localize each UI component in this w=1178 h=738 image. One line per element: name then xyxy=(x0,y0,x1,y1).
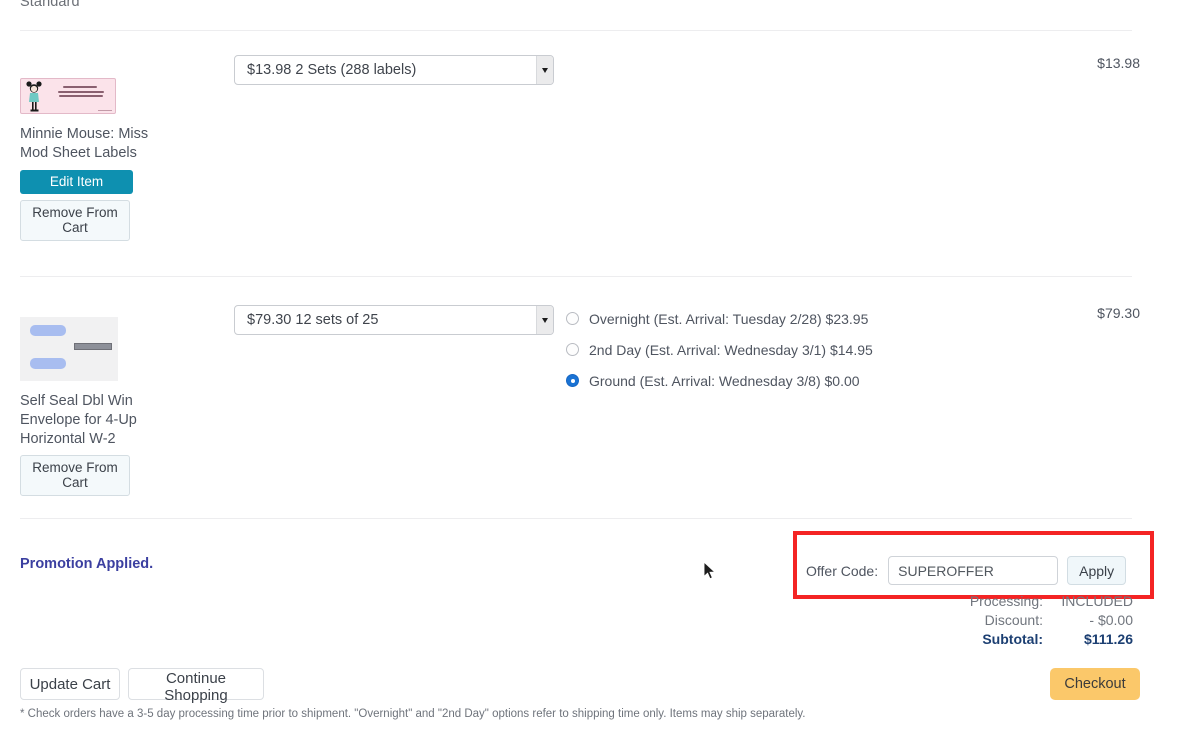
offer-code-row: Offer Code: Apply xyxy=(806,556,1127,585)
standard-shipping-heading: Standard xyxy=(20,0,80,10)
offer-code-label: Offer Code: xyxy=(806,562,879,579)
mouse-cursor-icon xyxy=(703,561,716,580)
minnie-mouse-figure-icon xyxy=(26,81,42,112)
quantity-select-wrapper: $79.30 12 sets of 25 xyxy=(234,305,554,335)
row-divider-middle xyxy=(20,276,1132,277)
row-divider-bottom xyxy=(20,518,1132,519)
total-label: Processing: xyxy=(969,593,1043,609)
total-line-subtotal: Subtotal: $111.26 xyxy=(880,630,1133,649)
row-divider-top xyxy=(20,30,1132,31)
quantity-select[interactable]: $13.98 2 Sets (288 labels) xyxy=(234,55,554,85)
envelope-window-bottom xyxy=(30,358,66,369)
shipping-footnote: * Check orders have a 3-5 day processing… xyxy=(20,708,806,720)
total-value: $111.26 xyxy=(1083,631,1133,647)
promotion-applied-status: Promotion Applied. xyxy=(20,556,154,572)
cart-row: Minnie Mouse: Miss Mod Sheet Labels Edit… xyxy=(0,45,1178,275)
shipping-option-ground[interactable]: Ground (Est. Arrival: Wednesday 3/8) $0.… xyxy=(566,365,873,396)
radio-icon-selected[interactable] xyxy=(566,374,579,387)
label-address-lines xyxy=(55,86,109,100)
item-price: $13.98 xyxy=(1097,55,1140,71)
total-value: - $0.00 xyxy=(1089,612,1133,628)
total-line-discount: Discount: - $0.00 xyxy=(880,611,1133,630)
total-line-processing: Processing: INCLUDED xyxy=(880,592,1133,611)
address-label-minnie-thumbnail xyxy=(20,78,116,114)
product-info-column: Minnie Mouse: Miss Mod Sheet Labels Edit… xyxy=(20,45,210,241)
total-label: Subtotal: xyxy=(982,631,1043,647)
remove-from-cart-button[interactable]: Remove From Cart xyxy=(20,455,130,496)
envelope-thumbnail xyxy=(20,317,118,381)
continue-shopping-button[interactable]: Continue Shopping xyxy=(128,668,264,704)
shipping-option-2nd-day[interactable]: 2nd Day (Est. Arrival: Wednesday 3/1) $1… xyxy=(566,334,873,365)
shipping-option-label: Ground (Est. Arrival: Wednesday 3/8) $0.… xyxy=(589,372,860,389)
label-copyright-mark xyxy=(98,109,112,111)
product-title: Minnie Mouse: Miss Mod Sheet Labels xyxy=(20,126,149,161)
item-price: $79.30 xyxy=(1097,305,1140,321)
order-totals: Processing: INCLUDED Discount: - $0.00 S… xyxy=(880,592,1133,649)
cart-row: Self Seal Dbl Win Envelope for 4-Up Hori… xyxy=(0,295,1178,515)
product-title: Self Seal Dbl Win Envelope for 4-Up Hori… xyxy=(20,393,137,447)
radio-icon[interactable] xyxy=(566,343,579,356)
quantity-select[interactable]: $79.30 12 sets of 25 xyxy=(234,305,554,335)
remove-from-cart-button[interactable]: Remove From Cart xyxy=(20,200,130,241)
shipping-option-overnight[interactable]: Overnight (Est. Arrival: Tuesday 2/28) $… xyxy=(566,303,873,334)
envelope-window-top xyxy=(30,325,66,336)
checkout-button[interactable]: Checkout xyxy=(1050,668,1140,700)
apply-offer-code-button[interactable]: Apply xyxy=(1067,556,1127,585)
shipping-option-label: 2nd Day (Est. Arrival: Wednesday 3/1) $1… xyxy=(589,341,873,358)
envelope-address-bar xyxy=(74,343,112,350)
shipping-option-label: Overnight (Est. Arrival: Tuesday 2/28) $… xyxy=(589,310,869,327)
total-value: INCLUDED xyxy=(1061,593,1133,609)
quantity-select-wrapper: $13.98 2 Sets (288 labels) xyxy=(234,55,554,85)
shopping-cart-page: Standard Minnie Mouse: Miss Mod Sheet La… xyxy=(0,0,1178,738)
update-cart-button[interactable]: Update Cart xyxy=(20,668,120,700)
product-info-column: Self Seal Dbl Win Envelope for 4-Up Hori… xyxy=(20,295,210,496)
total-label: Discount: xyxy=(984,612,1043,628)
shipping-options-group: Overnight (Est. Arrival: Tuesday 2/28) $… xyxy=(566,303,873,396)
radio-icon[interactable] xyxy=(566,312,579,325)
edit-item-button[interactable]: Edit Item xyxy=(20,170,133,194)
offer-code-input[interactable] xyxy=(888,556,1059,585)
